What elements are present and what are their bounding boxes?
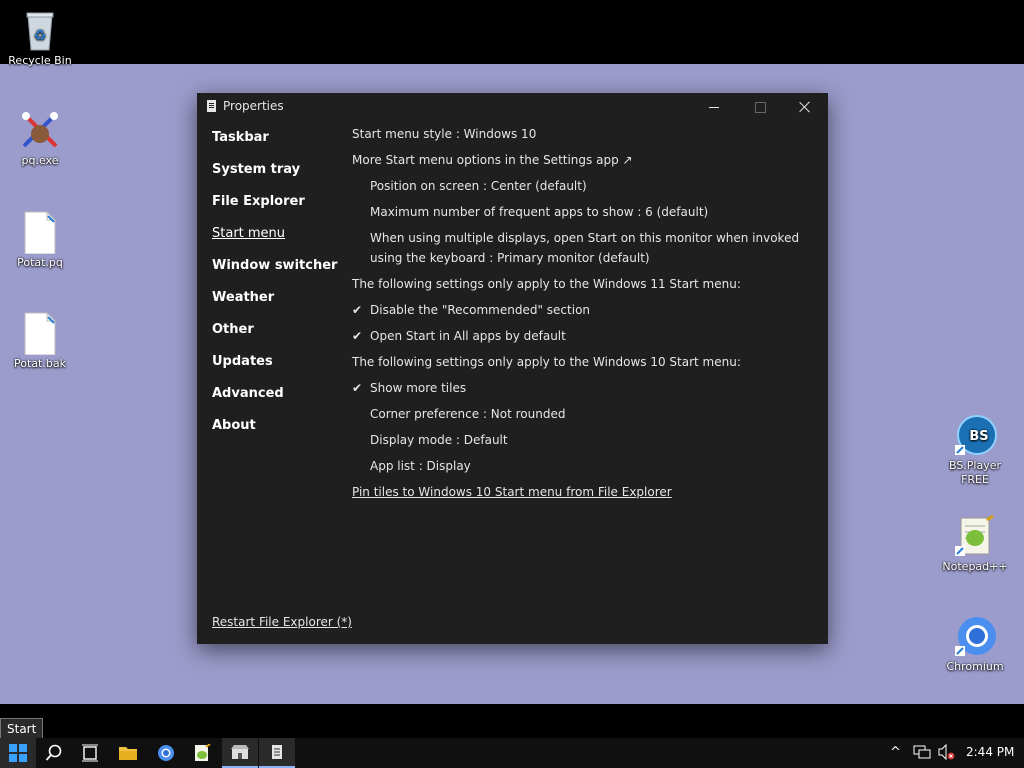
properties-app-icon — [272, 745, 282, 759]
setting-show-more-tiles[interactable]: ✔ Show more tiles — [352, 378, 812, 398]
setting-corner-preference[interactable]: Corner preference : Not rounded — [370, 404, 565, 424]
store-icon — [231, 745, 249, 759]
setting-display-mode[interactable]: Display mode : Default — [370, 430, 508, 450]
bsplayer-icon: BS — [953, 413, 997, 457]
desktop-icon-label: pq.exe — [21, 154, 59, 167]
taskbar-file-explorer[interactable] — [110, 738, 146, 768]
chromium-icon — [953, 614, 997, 658]
setting-open-all-apps[interactable]: ✔ Open Start in All apps by default — [352, 326, 812, 346]
desktop-icon-potat-pq[interactable]: Potat.pq — [0, 210, 80, 270]
volume-muted-icon[interactable] — [937, 743, 955, 764]
pq-exe-icon — [18, 108, 62, 152]
nav-item-other[interactable]: Other — [212, 321, 337, 353]
taskbar-app-store[interactable] — [222, 738, 258, 768]
desktop-icon-chromium[interactable]: Chromium — [935, 614, 1015, 674]
recycle-bin-icon: ♻ — [18, 8, 62, 52]
nav-item-about[interactable]: About — [212, 417, 337, 449]
notepadpp-icon — [195, 744, 211, 761]
tray-overflow-chevron[interactable]: ^ — [890, 745, 901, 760]
nav-item-advanced[interactable]: Advanced — [212, 385, 337, 417]
win11-section-header: The following settings only apply to the… — [352, 277, 741, 291]
checkmark-icon: ✔ — [352, 303, 363, 317]
setting-app-list[interactable]: App list : Display — [370, 456, 471, 476]
desktop-icon-notepadpp[interactable]: Notepad++ — [935, 514, 1015, 574]
task-view-button[interactable] — [72, 738, 108, 768]
setting-max-frequent-apps[interactable]: Maximum number of frequent apps to show … — [370, 202, 708, 222]
nav-item-window-switcher[interactable]: Window switcher — [212, 257, 337, 289]
maximize-button[interactable] — [737, 93, 783, 121]
maximize-icon — [754, 101, 766, 113]
desktop-icon-label: Notepad++ — [942, 560, 1008, 573]
chromium-icon — [158, 745, 174, 761]
properties-window: Properties Taskbar System tray File Expl… — [197, 93, 828, 644]
search-button[interactable] — [36, 738, 72, 768]
minimize-button[interactable] — [691, 93, 737, 121]
desktop-icon-bsplayer[interactable]: BS BS.Player FREE — [935, 413, 1015, 487]
desktop-icon-label: Chromium — [946, 660, 1004, 673]
nav-item-taskbar[interactable]: Taskbar — [212, 129, 337, 161]
app-icon — [207, 100, 216, 112]
taskbar-properties-window[interactable] — [259, 738, 295, 768]
desktop-icon-label: Recycle Bin — [8, 54, 72, 67]
desktop-icon-label: Potat.bak — [14, 357, 66, 370]
setting-multi-display[interactable]: When using multiple displays, open Start… — [370, 228, 800, 268]
checkmark-icon: ✔ — [352, 329, 363, 343]
taskbar-notepadpp[interactable] — [184, 738, 220, 768]
windows-logo-icon — [9, 744, 27, 762]
nav-item-updates[interactable]: Updates — [212, 353, 337, 385]
nav-item-system-tray[interactable]: System tray — [212, 161, 337, 193]
nav-item-weather[interactable]: Weather — [212, 289, 337, 321]
desktop-icon-recycle-bin[interactable]: ♻ Recycle Bin — [0, 8, 80, 68]
taskbar: ^ 2:44 PM — [0, 738, 1024, 768]
desktop-icon-potat-bak[interactable]: Potat.bak — [0, 311, 80, 371]
notepadpp-icon — [953, 514, 997, 558]
start-button[interactable] — [0, 738, 36, 768]
restart-file-explorer-link[interactable]: Restart File Explorer (*) — [212, 615, 352, 629]
nav-item-start-menu[interactable]: Start menu — [212, 225, 337, 257]
folder-icon — [119, 747, 137, 760]
settings-nav: Taskbar System tray File Explorer Start … — [212, 129, 337, 449]
window-title: Properties — [223, 99, 284, 113]
taskbar-chromium[interactable] — [148, 738, 184, 768]
task-view-icon — [82, 744, 98, 762]
svg-text:♻: ♻ — [34, 28, 47, 44]
desktop-icon-label: Potat.pq — [17, 256, 63, 269]
setting-disable-recommended[interactable]: ✔ Disable the "Recommended" section — [352, 300, 812, 320]
desktop-icon-label: BS.Player FREE — [948, 459, 1002, 486]
win10-section-header: The following settings only apply to the… — [352, 355, 741, 369]
link-more-start-options[interactable]: More Start menu options in the Settings … — [352, 150, 633, 170]
file-icon — [18, 311, 62, 356]
window-titlebar[interactable]: Properties — [197, 93, 828, 121]
link-pin-tiles[interactable]: Pin tiles to Windows 10 Start menu from … — [352, 482, 672, 502]
minimize-icon — [709, 106, 719, 108]
bsplayer-badge: BS — [969, 429, 988, 444]
taskbar-clock[interactable]: 2:44 PM — [966, 745, 1014, 759]
nav-item-file-explorer[interactable]: File Explorer — [212, 193, 337, 225]
setting-label: Open Start in All apps by default — [370, 329, 566, 343]
setting-start-menu-style[interactable]: Start menu style : Windows 10 — [352, 124, 536, 144]
checkmark-icon: ✔ — [352, 381, 363, 395]
file-icon — [18, 210, 62, 255]
close-button[interactable] — [782, 93, 828, 121]
setting-label: Disable the "Recommended" section — [370, 303, 591, 317]
close-icon — [799, 101, 811, 113]
network-icon[interactable] — [913, 744, 931, 764]
start-tooltip: Start — [0, 718, 44, 740]
desktop-icon-pq-exe[interactable]: pq.exe — [0, 108, 80, 168]
search-icon — [45, 744, 62, 761]
setting-position-on-screen[interactable]: Position on screen : Center (default) — [370, 176, 587, 196]
setting-label: Show more tiles — [370, 381, 467, 395]
